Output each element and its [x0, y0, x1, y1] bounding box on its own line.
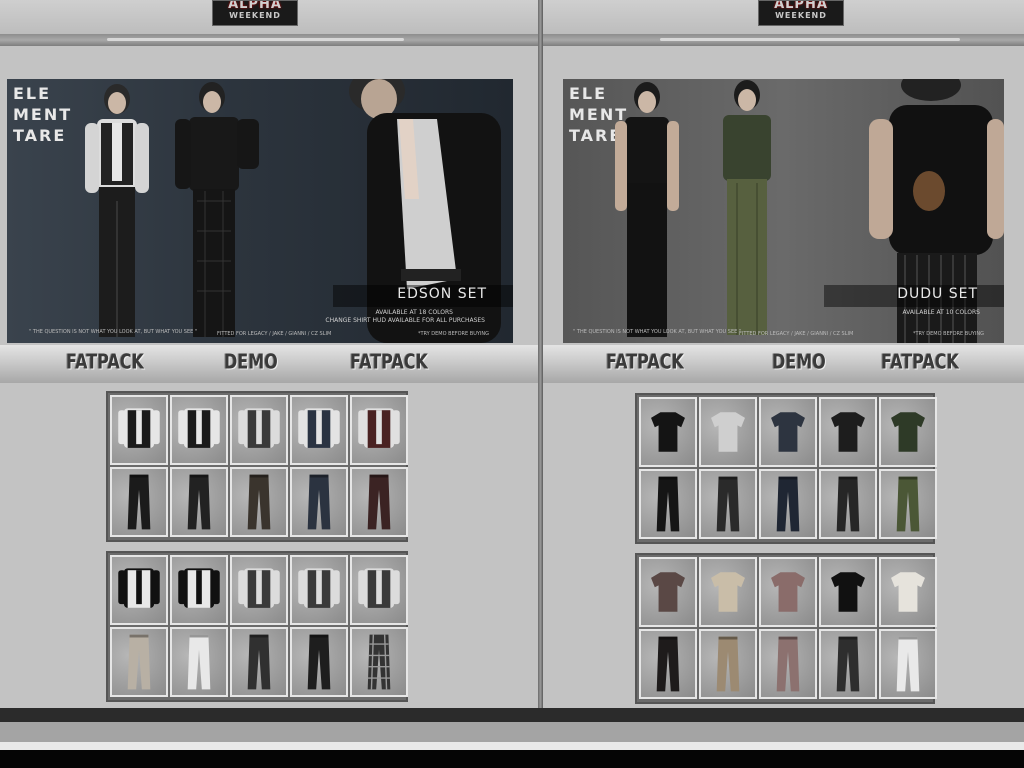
demo-note: *TRY DEMO BEFORE BUYING [417, 331, 489, 337]
top-color-swatch[interactable] [170, 395, 228, 465]
sign-line1: ALPHA [228, 0, 282, 12]
pants-color-swatch[interactable] [879, 629, 937, 699]
quote-text: " THE QUESTION IS NOT WHAT YOU LOOK AT, … [573, 329, 742, 335]
bodies-text: FITTED FOR LEGACY / JAKE / GIANNI / CZ S… [739, 331, 854, 337]
sign-line1: ALPHA [774, 0, 828, 12]
top-color-swatch[interactable] [230, 555, 288, 625]
brand-line: MENT [13, 105, 73, 124]
sign-line2: WEEKEND [229, 11, 281, 20]
pants-color-swatch[interactable] [170, 467, 228, 537]
pants-color-swatch[interactable] [110, 627, 168, 697]
model-figure [175, 82, 259, 337]
fatpack-button[interactable]: FATPACK [350, 350, 428, 374]
alpha-weekend-sign: ALPHA WEEKEND [758, 0, 844, 26]
top-color-swatch[interactable] [699, 557, 757, 627]
booth-edson: ALPHA WEEKEND ELE MENT TARE EDSON SET AV… [0, 0, 538, 720]
top-color-swatch[interactable] [639, 557, 697, 627]
fatpack-button[interactable]: FATPACK [881, 350, 959, 374]
pants-color-swatch[interactable] [759, 629, 817, 699]
pants-color-swatch[interactable] [350, 627, 408, 697]
demo-button[interactable]: DEMO [224, 350, 278, 374]
fatpack-button[interactable]: FATPACK [66, 350, 144, 374]
top-color-swatch[interactable] [110, 555, 168, 625]
set-name: EDSON SET [397, 286, 487, 302]
pants-color-swatch[interactable] [819, 629, 877, 699]
booth-dudu: ALPHA WEEKEND ELE MENT TARE DUDU SET AVA… [543, 0, 1024, 720]
color-grid [635, 393, 937, 544]
availability-text: AVAILABLE AT 10 COLORS [902, 309, 980, 316]
top-color-swatch[interactable] [170, 555, 228, 625]
brand-line: TARE [13, 126, 67, 145]
top-color-swatch[interactable] [230, 395, 288, 465]
pants-color-swatch[interactable] [699, 469, 757, 539]
top-color-swatch[interactable] [639, 397, 697, 467]
color-grid [635, 553, 937, 704]
hud-note: CHANGE SHIRT HUD AVAILABLE FOR ALL PURCH… [325, 317, 485, 324]
top-color-swatch[interactable] [699, 397, 757, 467]
top-color-swatch[interactable] [759, 557, 817, 627]
sign-line2: WEEKEND [775, 11, 827, 20]
pants-color-swatch[interactable] [879, 469, 937, 539]
dudu-set-poster[interactable]: ELE MENT TARE DUDU SET AVAILABLE AT 10 C… [563, 79, 1004, 343]
floor-shadow [0, 750, 1024, 768]
model-figure [85, 84, 149, 337]
booth-base [0, 708, 1024, 722]
availability-text: AVAILABLE AT 18 COLORS [375, 309, 453, 316]
set-name: DUDU SET [897, 286, 978, 302]
pants-color-swatch[interactable] [230, 627, 288, 697]
top-color-swatch[interactable] [879, 557, 937, 627]
model-figure [615, 82, 679, 337]
bodies-text: FITTED FOR LEGACY / JAKE / GIANNI / CZ S… [217, 331, 332, 337]
fatpack-button[interactable]: FATPACK [606, 350, 684, 374]
pants-color-swatch[interactable] [110, 467, 168, 537]
pants-color-swatch[interactable] [290, 467, 348, 537]
top-color-swatch[interactable] [819, 557, 877, 627]
top-color-swatch[interactable] [350, 555, 408, 625]
top-color-swatch[interactable] [110, 395, 168, 465]
pants-color-swatch[interactable] [290, 627, 348, 697]
demo-note: *TRY DEMO BEFORE BUYING [912, 331, 984, 337]
top-color-swatch[interactable] [819, 397, 877, 467]
pants-color-swatch[interactable] [170, 627, 228, 697]
top-color-swatch[interactable] [290, 555, 348, 625]
brand-line: ELE [13, 84, 52, 103]
pants-color-swatch[interactable] [639, 629, 697, 699]
top-color-swatch[interactable] [350, 395, 408, 465]
color-grid [106, 391, 408, 542]
color-grid [106, 551, 408, 702]
pants-color-swatch[interactable] [230, 467, 288, 537]
rail-highlight [660, 38, 960, 41]
top-color-swatch[interactable] [759, 397, 817, 467]
edson-set-poster[interactable]: ELE MENT TARE EDSON SET AVAILABLE AT 18 … [7, 79, 513, 343]
floor-edge [0, 742, 1024, 750]
quote-text: " THE QUESTION IS NOT WHAT YOU LOOK AT, … [29, 329, 198, 335]
rail-highlight [107, 38, 404, 41]
brand-logo: ELE MENT TARE [13, 83, 72, 146]
floor [0, 722, 1024, 742]
pants-color-swatch[interactable] [639, 469, 697, 539]
pants-color-swatch[interactable] [819, 469, 877, 539]
top-color-swatch[interactable] [290, 395, 348, 465]
pants-color-swatch[interactable] [759, 469, 817, 539]
top-color-swatch[interactable] [879, 397, 937, 467]
pants-color-swatch[interactable] [350, 467, 408, 537]
alpha-weekend-sign: ALPHA WEEKEND [212, 0, 298, 26]
model-figure [723, 80, 771, 335]
pants-color-swatch[interactable] [699, 629, 757, 699]
demo-button[interactable]: DEMO [772, 350, 826, 374]
